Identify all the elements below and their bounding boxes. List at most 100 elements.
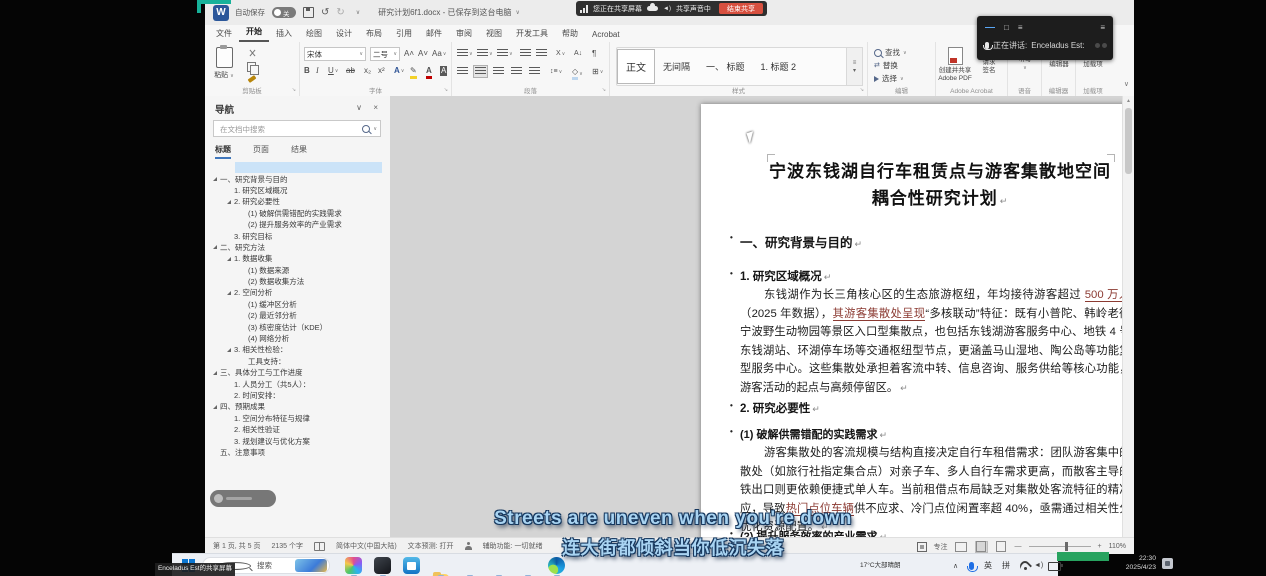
align-left-icon[interactable] <box>457 67 468 76</box>
font-dialog-launcher[interactable]: ↘ <box>444 87 448 93</box>
styles-dialog-launcher[interactable]: ↘ <box>860 87 864 93</box>
strikethrough-icon[interactable]: ab <box>346 66 355 76</box>
superscript-icon[interactable]: x² <box>378 66 385 76</box>
distribute-icon[interactable] <box>529 67 540 76</box>
nav-heading-item[interactable]: 3. 相关性检验： <box>205 344 390 355</box>
ribbon-tab-引用[interactable]: 引用 <box>389 25 419 42</box>
nav-heading-item[interactable]: 1. 人员分工（共5人）： <box>205 378 390 389</box>
nav-heading-item[interactable]: (1) 数据来源 <box>205 265 390 276</box>
copy-icon[interactable] <box>247 62 256 72</box>
tree-expand-icon[interactable] <box>213 177 217 181</box>
ribbon-tab-文件[interactable]: 文件 <box>209 25 239 42</box>
ribbon-tab-视图[interactable]: 视图 <box>479 25 509 42</box>
shading-icon[interactable]: ◇ <box>572 67 578 80</box>
nav-search-dropdown-icon[interactable]: ∨ <box>373 126 377 132</box>
nav-pane-close-icon[interactable]: × <box>373 103 378 112</box>
bold-icon[interactable]: B <box>304 66 310 76</box>
scrollbar-thumb[interactable] <box>1125 108 1132 174</box>
cut-icon[interactable] <box>248 49 256 57</box>
scroll-up-icon[interactable]: ▲ <box>1126 98 1131 104</box>
nav-heading-item[interactable]: 工具支持： <box>205 356 390 367</box>
nav-heading-item[interactable]: 3. 规划建议与优化方案 <box>205 435 390 446</box>
document-page[interactable]: 宁波东钱湖自行车租赁点与游客集散地空间 耦合性研究计划↵ 一、研究背景与目的↵ … <box>701 104 1122 537</box>
tree-expand-icon[interactable] <box>227 291 231 295</box>
ribbon-tab-插入[interactable]: 插入 <box>269 25 299 42</box>
nav-tab-pages[interactable]: 页面 <box>253 144 269 159</box>
clipboard-dialog-launcher[interactable]: ↘ <box>292 87 296 93</box>
align-center-icon[interactable] <box>475 67 486 76</box>
nav-heading-item[interactable]: (2) 最近邻分析 <box>205 310 390 321</box>
font-name-combobox[interactable]: 宋体∨ <box>304 47 366 61</box>
nav-heading-item[interactable]: (1) 破解供需错配的实践需求 <box>205 208 390 219</box>
nav-heading-item[interactable]: 1. 空间分布特征与规律 <box>205 413 390 424</box>
nav-search-box[interactable]: ∨ <box>213 120 381 137</box>
reaction-icon[interactable] <box>1095 43 1107 48</box>
ribbon-tab-Acrobat[interactable]: Acrobat <box>585 27 627 42</box>
justify-icon[interactable] <box>511 67 522 76</box>
show-marks-icon[interactable]: ¶ <box>592 49 596 59</box>
nav-heading-item[interactable]: 一、研究背景与目的 <box>205 173 390 184</box>
format-painter-icon[interactable] <box>247 75 256 83</box>
nav-heading-item[interactable]: 二、研究方法 <box>205 242 390 253</box>
nav-tab-results[interactable]: 结果 <box>291 144 307 159</box>
search-highlight-thumbnail[interactable] <box>295 559 327 572</box>
nav-heading-item[interactable]: 1. 研究区域概况 <box>205 185 390 196</box>
battery-icon[interactable] <box>1048 562 1061 571</box>
nav-heading-item[interactable] <box>235 162 382 173</box>
ribbon-tab-开发工具[interactable]: 开发工具 <box>509 25 555 42</box>
tree-expand-icon[interactable] <box>213 371 217 375</box>
redo-icon[interactable]: ↻ <box>336 8 344 18</box>
menu-icon[interactable]: ≡ <box>1018 23 1023 32</box>
increase-indent-icon[interactable] <box>536 49 547 58</box>
ribbon-tab-开始[interactable]: 开始 <box>239 23 269 42</box>
asian-layout-icon[interactable]: X <box>556 49 561 59</box>
paragraph-dialog-launcher[interactable]: ↘ <box>602 87 606 93</box>
paste-button[interactable]: 粘贴 ∨ <box>209 47 239 80</box>
nav-heading-item[interactable]: (2) 数据收集方法 <box>205 276 390 287</box>
cloud-icon[interactable] <box>647 6 658 11</box>
nav-heading-item[interactable]: 四、预期成果 <box>205 401 390 412</box>
ribbon-tab-设计[interactable]: 设计 <box>329 25 359 42</box>
highlight-color-icon[interactable]: ✎ <box>410 66 417 79</box>
ribbon-tab-邮件[interactable]: 邮件 <box>419 25 449 42</box>
nav-pane-options-icon[interactable]: ∨ <box>356 103 362 112</box>
end-share-button[interactable]: 结束共享 <box>719 3 763 14</box>
line-spacing-icon[interactable]: ↕≡ <box>550 67 558 77</box>
nav-heading-item[interactable]: (1) 缓冲区分析 <box>205 299 390 310</box>
ribbon-tab-帮助[interactable]: 帮助 <box>555 25 585 42</box>
floating-toast-pill[interactable] <box>210 490 276 507</box>
title-dropdown-icon[interactable]: ∨ <box>516 9 520 16</box>
nav-heading-item[interactable]: 2. 时间安排： <box>205 390 390 401</box>
create-share-pdf-button[interactable]: 创建并共享Adobe PDF <box>938 47 972 83</box>
nav-heading-item[interactable]: 2. 空间分析 <box>205 287 390 298</box>
restore-icon[interactable]: □ <box>1004 23 1009 32</box>
style-gallery-item[interactable]: 无间隔 <box>655 60 698 73</box>
ribbon-tab-绘图[interactable]: 绘图 <box>299 25 329 42</box>
document-scrollbar[interactable]: ▲ <box>1122 96 1134 537</box>
autosave-toggle[interactable]: 关 <box>272 7 296 18</box>
tree-expand-icon[interactable] <box>227 257 231 261</box>
nav-heading-item[interactable]: (4) 网络分析 <box>205 333 390 344</box>
tree-expand-icon[interactable] <box>227 200 231 204</box>
replace-button[interactable]: ⇄替换 <box>874 60 898 71</box>
shrink-font-icon[interactable]: A˅ <box>418 49 428 59</box>
find-button[interactable]: 查找∨ <box>874 47 907 58</box>
nav-heading-item[interactable]: 1. 数据收集 <box>205 253 390 264</box>
tree-expand-icon[interactable] <box>213 245 217 249</box>
align-right-icon[interactable] <box>493 67 504 76</box>
save-icon[interactable] <box>303 7 314 18</box>
style-gallery-item[interactable]: 正文 <box>617 49 655 84</box>
ribbon-tab-审阅[interactable]: 审阅 <box>449 25 479 42</box>
nav-search-input[interactable] <box>218 122 342 137</box>
nav-heading-item[interactable]: 五、注意事项 <box>205 447 390 458</box>
minimize-icon[interactable]: — <box>985 22 995 33</box>
grow-font-icon[interactable]: A˄ <box>404 49 414 59</box>
nav-tab-headings[interactable]: 标题 <box>215 144 231 159</box>
nav-heading-item[interactable]: 3. 研究目标 <box>205 230 390 241</box>
layout-switch-icon[interactable]: ≡ <box>1100 23 1105 32</box>
numbering-icon[interactable] <box>477 49 488 58</box>
collapse-ribbon-icon[interactable]: ∨ <box>1124 80 1129 88</box>
sort-icon[interactable]: A↓ <box>574 49 582 59</box>
nav-heading-item[interactable]: 2. 研究必要性 <box>205 196 390 207</box>
font-size-combobox[interactable]: 二号∨ <box>370 47 400 61</box>
